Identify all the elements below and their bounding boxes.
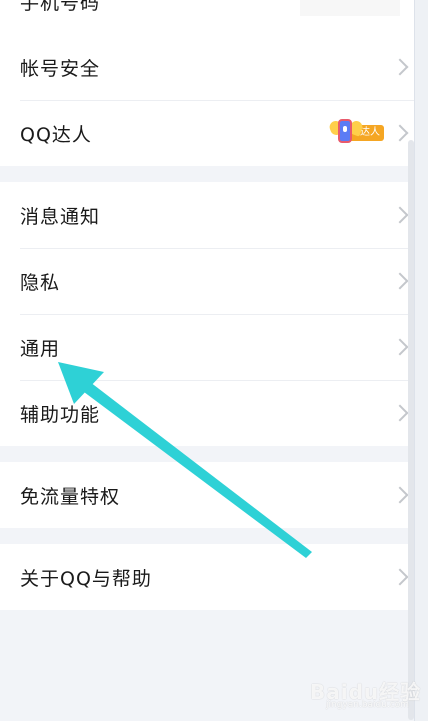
settings-item-privacy[interactable]: 隐私	[0, 248, 414, 314]
chevron-right-icon	[391, 272, 409, 290]
settings-item-qq-daren[interactable]: QQ达人 达人	[0, 100, 414, 166]
settings-item-general[interactable]: 通用	[0, 314, 414, 380]
settings-item-free-data[interactable]: 免流量特权	[0, 462, 414, 528]
chevron-right-icon	[391, 338, 409, 356]
partial-value-area	[300, 0, 400, 16]
settings-item-label: 关于QQ与帮助	[20, 567, 152, 590]
daren-badge-icon: 达人	[327, 119, 386, 147]
settings-group-account: 帐号安全 QQ达人 达人	[0, 34, 414, 166]
settings-item-account-security[interactable]: 帐号安全	[0, 34, 414, 100]
settings-item-label: 消息通知	[20, 205, 101, 228]
chevron-right-icon	[391, 206, 409, 224]
phone-icon	[338, 119, 352, 143]
settings-group-general: 消息通知 隐私 通用 辅助功能	[0, 182, 414, 446]
window-edge	[414, 0, 428, 721]
settings-group-about: 关于QQ与帮助	[0, 544, 414, 610]
settings-item-label: 免流量特权	[20, 485, 121, 508]
chevron-right-icon	[391, 124, 409, 142]
settings-group-free-data: 免流量特权	[0, 462, 414, 528]
settings-item-label: 辅助功能	[20, 403, 101, 426]
settings-item-label: 手机号码	[20, 0, 101, 14]
settings-item-about-help[interactable]: 关于QQ与帮助	[0, 544, 414, 610]
chevron-right-icon	[391, 404, 409, 422]
settings-item-accessibility[interactable]: 辅助功能	[0, 380, 414, 446]
chevron-right-icon	[391, 58, 409, 76]
settings-item-notifications[interactable]: 消息通知	[0, 182, 414, 248]
settings-screen: 手机号码 帐号安全 QQ达人 达人 消息通知 隐私 通用 辅助功能 免流量特权 …	[0, 0, 414, 721]
settings-item-label: 隐私	[20, 271, 61, 294]
settings-item-label: 帐号安全	[20, 57, 101, 80]
settings-item-label: 通用	[20, 337, 61, 360]
watermark-url: jingyan.baidu.com	[326, 700, 410, 710]
chevron-right-icon	[391, 568, 409, 586]
chevron-right-icon	[391, 486, 409, 504]
settings-item-label: QQ达人	[20, 123, 92, 146]
settings-item-phone-number-partial[interactable]: 手机号码	[0, 0, 414, 34]
